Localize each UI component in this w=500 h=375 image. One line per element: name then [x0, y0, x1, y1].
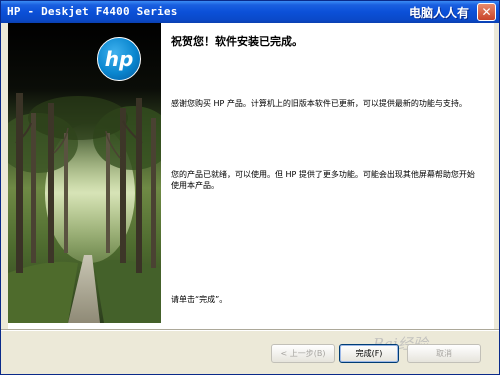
content-area: hp 祝贺您！软件安装已完成。 感谢您购买 HP 产品。计算机上的旧版本软件已更…: [8, 23, 494, 329]
finish-button[interactable]: 完成(F): [339, 344, 399, 363]
button-divider: [1, 329, 499, 331]
title-bar[interactable]: HP - Deskjet F4400 Series 电脑人人有 ✕: [1, 1, 499, 23]
click-finish-text: 请单击“完成”。: [171, 295, 228, 304]
close-button[interactable]: ✕: [477, 3, 496, 21]
hp-logo: hp: [97, 37, 141, 81]
installer-window: HP - Deskjet F4400 Series 电脑人人有 ✕ hp 祝贺您…: [0, 0, 500, 375]
side-banner: hp: [8, 23, 161, 323]
message-panel: 祝贺您！软件安装已完成。 感谢您购买 HP 产品。计算机上的旧版本软件已更新，可…: [171, 23, 486, 323]
ready-text: 您的产品已就绪，可以使用。但 HP 提供了更多功能。可能会出现其他屏幕帮助您开始…: [171, 170, 475, 190]
back-button[interactable]: < 上一步(B): [271, 344, 335, 363]
cancel-button[interactable]: 取消: [407, 344, 481, 363]
window-title: HP - Deskjet F4400 Series: [7, 5, 178, 18]
brand-label: 电脑人人有: [408, 6, 469, 20]
thanks-text: 感谢您购买 HP 产品。计算机上的旧版本软件已更新，可以提供最新的功能与支持。: [171, 99, 467, 108]
completion-heading: 祝贺您！软件安装已完成。: [171, 35, 303, 48]
